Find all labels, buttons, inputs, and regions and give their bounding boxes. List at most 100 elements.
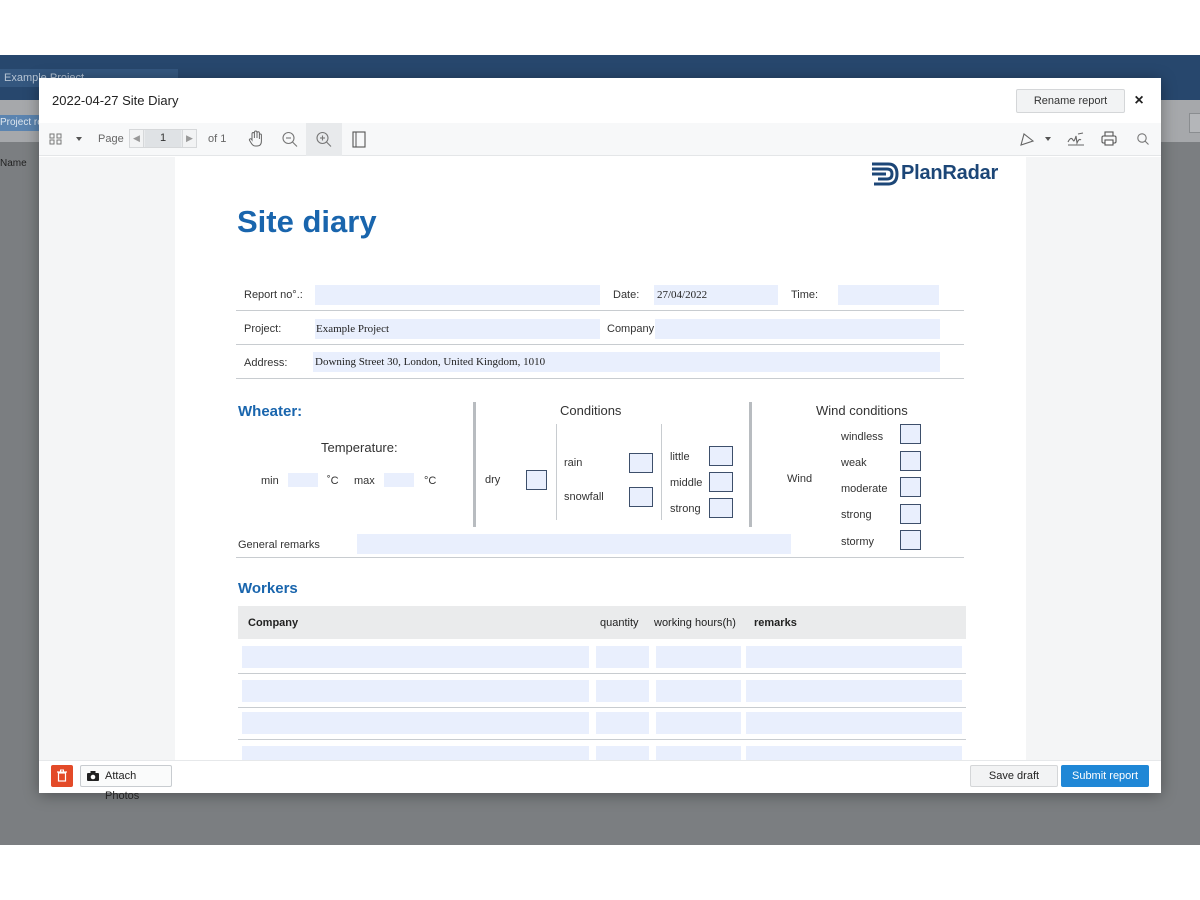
report-no-label: Report no°.: <box>244 289 303 301</box>
worker-company-cell[interactable] <box>242 746 589 760</box>
grid-icon[interactable] <box>49 128 63 150</box>
single-page-icon[interactable] <box>351 128 367 150</box>
temperature-unit: ˚C <box>327 475 339 487</box>
min-label: min <box>261 475 279 487</box>
snowfall-checkbox[interactable] <box>629 487 653 507</box>
report-no-field[interactable] <box>315 285 600 305</box>
time-field[interactable] <box>838 285 939 305</box>
max-temperature-field[interactable] <box>384 473 414 487</box>
print-icon[interactable] <box>1100 128 1118 150</box>
company-field[interactable] <box>655 319 940 339</box>
worker-quantity-cell[interactable] <box>596 712 649 734</box>
middle-label: middle <box>670 477 703 489</box>
moderate-checkbox[interactable] <box>900 477 921 497</box>
report-modal: 2022-04-27 Site Diary Rename report × Pa… <box>39 78 1161 802</box>
divider <box>236 557 964 558</box>
search-icon[interactable] <box>1136 128 1150 150</box>
section-separator <box>473 402 476 527</box>
worker-company-cell[interactable] <box>242 646 589 668</box>
worker-hours-cell[interactable] <box>656 712 741 734</box>
worker-company-cell[interactable] <box>242 680 589 702</box>
worker-remarks-cell[interactable] <box>746 680 962 702</box>
worker-hours-cell[interactable] <box>656 680 741 702</box>
row-divider <box>238 707 966 708</box>
worker-remarks-cell[interactable] <box>746 646 962 668</box>
wind-strong-checkbox[interactable] <box>900 504 921 524</box>
attach-photos-button[interactable]: Attach Photos <box>80 765 172 802</box>
camera-icon <box>87 771 99 781</box>
divider <box>236 344 964 345</box>
page-label: Page <box>98 133 124 145</box>
stormy-checkbox[interactable] <box>900 530 921 550</box>
wind-option-windless: windless <box>841 431 884 443</box>
column-working-hours: working hours(h) <box>654 617 736 629</box>
wind-conditions-heading: Wind conditions <box>816 403 908 418</box>
min-temperature-field[interactable] <box>288 473 318 487</box>
little-checkbox[interactable] <box>709 446 733 466</box>
wind-option-stormy: stormy <box>841 536 874 548</box>
wind-option-strong: strong <box>841 509 872 521</box>
rename-report-button[interactable]: Rename report <box>1016 89 1125 113</box>
workers-table-header: Company quantity working hours(h) remark… <box>238 606 966 639</box>
dry-checkbox[interactable] <box>526 470 547 490</box>
worker-quantity-cell[interactable] <box>596 680 649 702</box>
time-label: Time: <box>791 289 819 301</box>
wind-option-moderate: moderate <box>841 483 888 495</box>
signature-icon[interactable] <box>1066 128 1086 150</box>
submit-report-button[interactable]: Submit report <box>1061 765 1149 787</box>
worker-company-cell[interactable] <box>242 712 589 734</box>
conditions-heading: Conditions <box>560 403 622 418</box>
temperature-unit: °C <box>424 475 437 487</box>
column-quantity: quantity <box>600 617 639 629</box>
section-separator <box>749 402 752 527</box>
column-company: Company <box>248 617 299 629</box>
max-label: max <box>354 475 375 487</box>
document-page: PlanRadar Site diary Report no°.: Date: … <box>175 157 1026 760</box>
divider <box>236 310 964 311</box>
rain-label: rain <box>564 457 583 469</box>
close-icon[interactable]: × <box>1131 91 1147 111</box>
worker-remarks-cell[interactable] <box>746 746 962 760</box>
rain-checkbox[interactable] <box>629 453 653 473</box>
temperature-label: Temperature: <box>321 440 398 455</box>
page-count: of 1 <box>208 133 227 145</box>
document-viewer[interactable]: PlanRadar Site diary Report no°.: Date: … <box>39 157 1161 760</box>
page-number-input[interactable]: 1 <box>145 130 181 147</box>
project-label: Project: <box>244 323 282 335</box>
weak-checkbox[interactable] <box>900 451 921 471</box>
worker-hours-cell[interactable] <box>656 746 741 760</box>
strong-label: strong <box>670 503 701 515</box>
worker-quantity-cell[interactable] <box>596 746 649 760</box>
workers-heading: Workers <box>238 580 298 597</box>
windless-checkbox[interactable] <box>900 424 921 444</box>
background-button[interactable] <box>1189 113 1200 133</box>
modal-title: 2022-04-27 Site Diary <box>52 93 179 108</box>
document-title: Site diary <box>237 204 377 239</box>
project-value: Example Project <box>316 323 390 335</box>
address-label: Address: <box>244 357 288 369</box>
next-page-button[interactable]: ▶ <box>182 130 196 147</box>
row-divider <box>238 673 966 674</box>
worker-quantity-cell[interactable] <box>596 646 649 668</box>
worker-hours-cell[interactable] <box>656 646 741 668</box>
weather-heading: Wheater: <box>238 403 303 420</box>
draw-icon[interactable] <box>1019 128 1035 150</box>
snowfall-label: snowfall <box>564 491 604 503</box>
tab-project-reports[interactable]: Project reports <box>0 115 40 131</box>
modal-footer: Attach Photos Save draft Submit report <box>39 760 1161 802</box>
hand-tool-icon[interactable] <box>247 128 265 150</box>
date-value: 27/04/2022 <box>657 289 708 301</box>
delete-button[interactable] <box>51 765 73 787</box>
zoom-in-icon[interactable] <box>315 128 333 150</box>
chevron-down-icon[interactable] <box>75 128 83 150</box>
strong-checkbox[interactable] <box>709 498 733 518</box>
previous-page-button[interactable]: ◀ <box>130 130 144 147</box>
general-remarks-field[interactable] <box>357 534 791 554</box>
chevron-down-icon[interactable] <box>1044 128 1052 150</box>
worker-remarks-cell[interactable] <box>746 712 962 734</box>
save-draft-button[interactable]: Save draft <box>970 765 1058 787</box>
middle-checkbox[interactable] <box>709 472 733 492</box>
address-value: Downing Street 30, London, United Kingdo… <box>315 356 546 368</box>
little-label: little <box>670 451 690 463</box>
zoom-out-icon[interactable] <box>281 128 299 150</box>
